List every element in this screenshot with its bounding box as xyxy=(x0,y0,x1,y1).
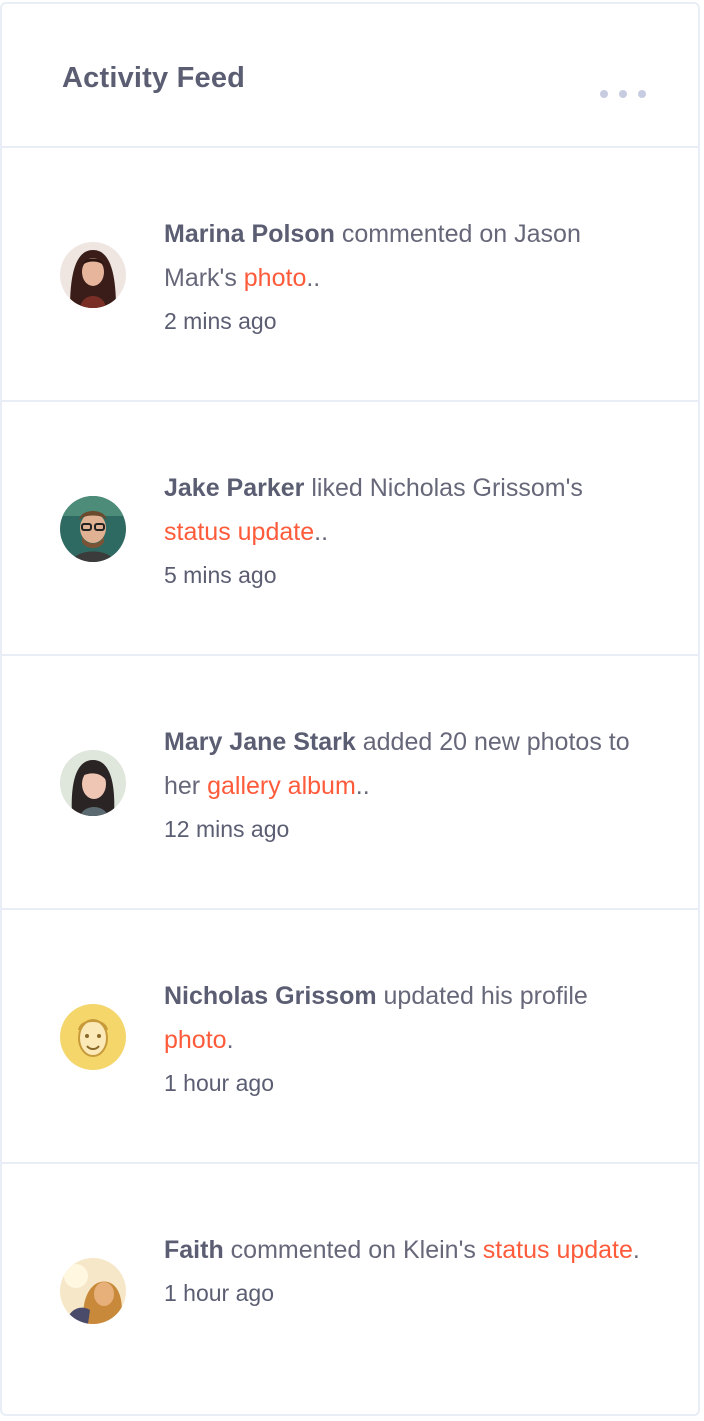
feed-target-link[interactable]: photo xyxy=(244,264,307,292)
user-name-link[interactable]: Jake Parker xyxy=(164,474,304,502)
feed-timestamp: 1 hour ago xyxy=(164,1070,274,1096)
activity-feed-card: Activity Feed Marina Polson commented on… xyxy=(0,2,700,1416)
avatar-nicholas[interactable] xyxy=(60,1004,126,1070)
feed-item-content: Nicholas Grissom updated his profile pho… xyxy=(164,974,644,1098)
feed-item: Jake Parker liked Nicholas Grissom's sta… xyxy=(2,402,698,656)
feed-item-text: Faith commented on Klein's status update… xyxy=(164,1228,644,1272)
ellipsis-dot xyxy=(638,90,646,98)
ellipsis-horizontal-icon xyxy=(600,90,608,98)
feed-suffix: . xyxy=(632,1236,640,1264)
feed-item-content: Jake Parker liked Nicholas Grissom's sta… xyxy=(164,466,644,590)
avatar-jake[interactable] xyxy=(60,496,126,562)
feed-suffix: .. xyxy=(314,518,329,546)
feed-action-text: updated his profile xyxy=(376,982,588,1010)
feed-target-link[interactable]: photo xyxy=(164,1026,227,1054)
card-header: Activity Feed xyxy=(2,4,698,148)
feed-item: Mary Jane Stark added 20 new photos to h… xyxy=(2,656,698,910)
feed-timestamp: 12 mins ago xyxy=(164,816,290,842)
feed-target-link[interactable]: status update xyxy=(164,518,314,546)
user-name-link[interactable]: Marina Polson xyxy=(164,220,335,248)
feed-item-content: Marina Polson commented on Jason Mark's … xyxy=(164,212,644,336)
feed-item: Faith commented on Klein's status update… xyxy=(2,1164,698,1418)
user-name-link[interactable]: Mary Jane Stark xyxy=(164,728,356,756)
feed-action-text: liked Nicholas Grissom's xyxy=(304,474,583,502)
feed-timestamp: 2 mins ago xyxy=(164,308,277,334)
feed-suffix: .. xyxy=(355,772,370,800)
ellipsis-dot xyxy=(619,90,627,98)
feed-suffix: .. xyxy=(306,264,321,292)
avatar-marina[interactable] xyxy=(60,242,126,308)
more-options-button[interactable] xyxy=(600,82,646,106)
feed-target-link[interactable]: gallery album xyxy=(207,772,356,800)
feed-timestamp: 5 mins ago xyxy=(164,562,277,588)
feed-item-content: Mary Jane Stark added 20 new photos to h… xyxy=(164,720,644,844)
feed-item-text: Marina Polson commented on Jason Mark's … xyxy=(164,212,644,300)
feed-item-text: Jake Parker liked Nicholas Grissom's sta… xyxy=(164,466,644,554)
user-name-link[interactable]: Nicholas Grissom xyxy=(164,982,377,1010)
card-title: Activity Feed xyxy=(62,62,246,94)
avatar-mary[interactable] xyxy=(60,750,126,816)
feed-timestamp: 1 hour ago xyxy=(164,1280,274,1306)
feed-action-text: commented on Klein's xyxy=(223,1236,483,1264)
feed-suffix: . xyxy=(226,1026,234,1054)
feed-item: Marina Polson commented on Jason Mark's … xyxy=(2,148,698,402)
feed-target-link[interactable]: status update xyxy=(483,1236,633,1264)
avatar-faith[interactable] xyxy=(60,1258,126,1324)
feed-item: Nicholas Grissom updated his profile pho… xyxy=(2,910,698,1164)
feed-item-content: Faith commented on Klein's status update… xyxy=(164,1228,644,1308)
feed-item-text: Nicholas Grissom updated his profile pho… xyxy=(164,974,644,1062)
user-name-link[interactable]: Faith xyxy=(164,1236,224,1264)
feed-item-text: Mary Jane Stark added 20 new photos to h… xyxy=(164,720,644,808)
